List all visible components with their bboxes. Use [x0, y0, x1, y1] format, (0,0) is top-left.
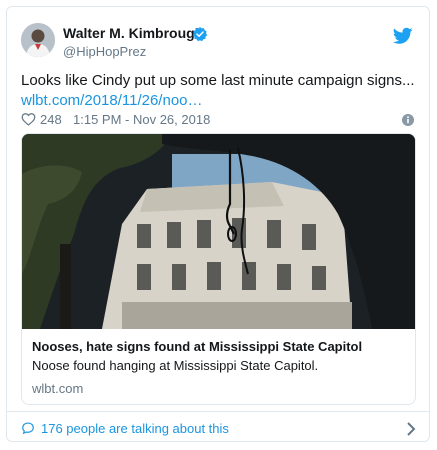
conversation-text[interactable]: 176 people are talking about this [41, 421, 229, 436]
heart-icon[interactable] [21, 112, 36, 126]
card-domain: wlbt.com [32, 381, 84, 396]
tweet-body: Looks like Cindy put up some last minute… [21, 72, 415, 89]
tweet-card: Walter M. Kimbrough @HipHopPrez Looks li… [6, 6, 430, 442]
meta-row: 248 1:15 PM - Nov 26, 2018 [21, 111, 416, 129]
timestamp[interactable]: 1:15 PM - Nov 26, 2018 [73, 112, 210, 127]
verified-icon [192, 27, 208, 42]
chevron-right-icon[interactable] [406, 422, 416, 436]
tweet-text: Looks like Cindy put up some last minute… [21, 71, 416, 111]
info-icon[interactable] [402, 114, 414, 126]
display-name[interactable]: Walter M. Kimbrough [63, 25, 203, 41]
avatar[interactable] [21, 23, 55, 57]
card-description: Noose found hanging at Mississippi State… [32, 358, 319, 373]
handle[interactable]: @HipHopPrez [63, 44, 146, 59]
card-title[interactable]: Nooses, hate signs found at Mississippi … [32, 339, 362, 354]
conversation-link[interactable]: 176 people are talking about this [21, 419, 416, 439]
like-count[interactable]: 248 [40, 112, 62, 127]
card-image [22, 134, 415, 329]
twitter-icon[interactable] [393, 27, 413, 45]
avatar-image [21, 23, 55, 57]
comment-icon [22, 422, 34, 435]
footer-divider [7, 411, 429, 412]
link-card[interactable]: Nooses, hate signs found at Mississippi … [21, 133, 416, 405]
tweet-link[interactable]: wlbt.com/2018/11/26/noo… [21, 92, 203, 109]
